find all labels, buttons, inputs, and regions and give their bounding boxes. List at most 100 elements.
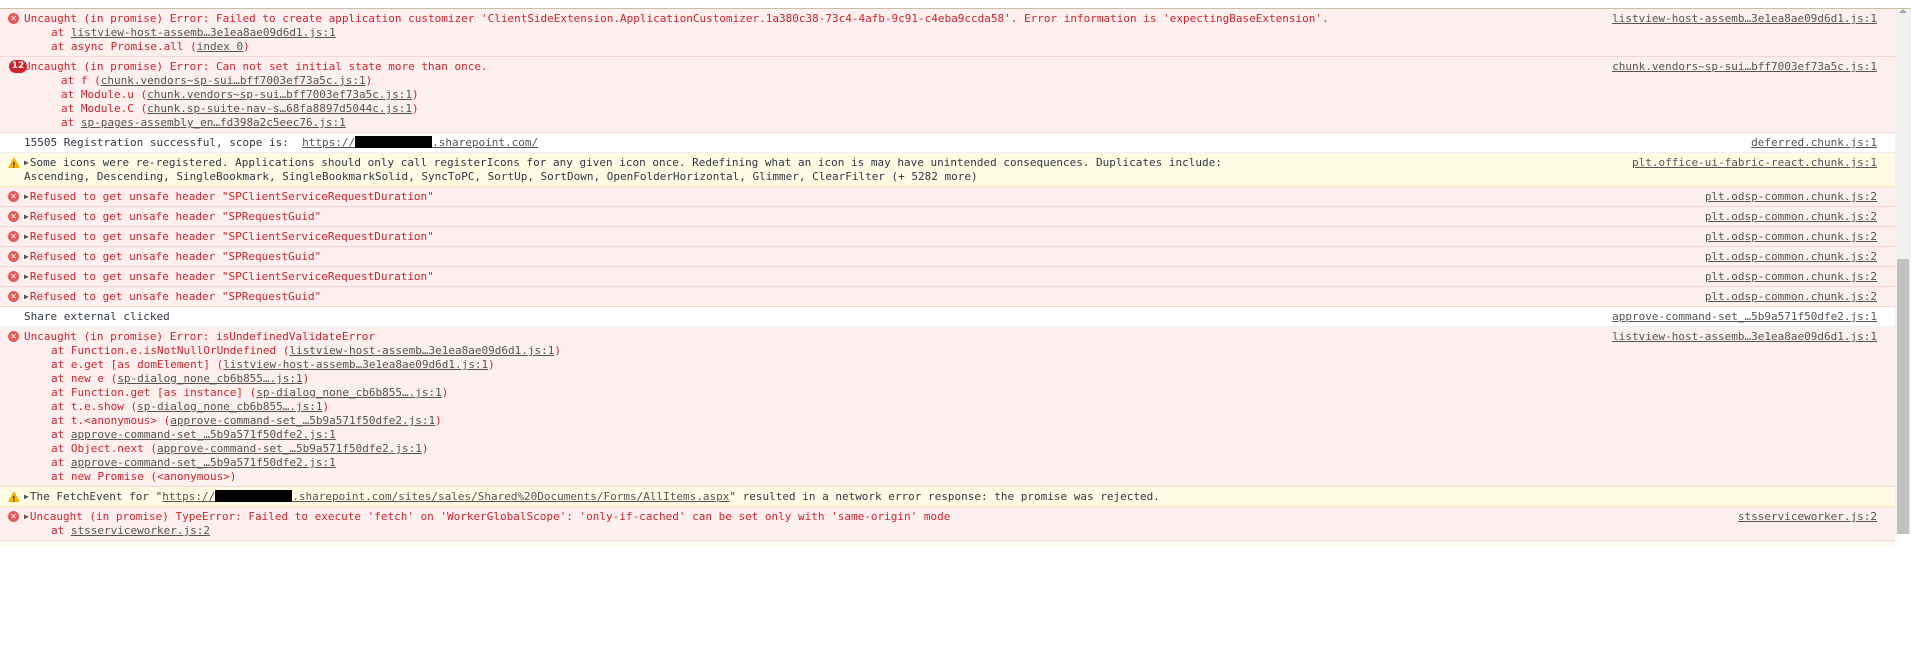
console-error-row[interactable]: 12 Uncaught (in promise) Error: Can not … <box>0 57 1895 133</box>
console-error-row[interactable]: ✕ ▶Uncaught (in promise) TypeError: Fail… <box>0 507 1895 541</box>
redacted-block <box>215 490 293 502</box>
scope-url-link[interactable]: https://.sharepoint.com/ <box>302 136 538 149</box>
fetch-url-link[interactable]: https://.sharepoint.com/sites/sales/Shar… <box>162 490 729 503</box>
warning-message: ▶The FetchEvent for "https://.sharepoint… <box>24 490 1160 504</box>
error-icon: ✕ <box>8 331 19 342</box>
source-link[interactable]: deferred.chunk.js:1 <box>1751 136 1877 150</box>
error-message: Refused to get unsafe header "SPClientSe… <box>29 190 434 203</box>
error-icon: ✕ <box>8 231 19 242</box>
source-link[interactable]: listview-host-assemb…3e1ea8ae09d6d1.js:1 <box>1612 330 1877 344</box>
stack-link[interactable]: approve-command-set_…5b9a571f50dfe2.js:1 <box>157 442 422 455</box>
console-warning-row[interactable]: ! ▶Some icons were re-registered. Applic… <box>0 153 1895 187</box>
error-icon: ✕ <box>8 211 19 222</box>
console-scrollbar[interactable] <box>1895 9 1911 534</box>
expand-triangle-icon[interactable]: ▶ <box>24 490 29 504</box>
expand-triangle-icon[interactable]: ▶ <box>24 190 29 204</box>
stack-link[interactable]: approve-command-set_…5b9a571f50dfe2.js:1 <box>71 428 336 441</box>
stack-frame: at f (chunk.vendors~sp-sui…bff7003ef73a5… <box>61 74 373 87</box>
stack-frame: at Module.C (chunk.sp-suite-nav-s…68fa88… <box>61 102 419 115</box>
console-error-row[interactable]: ✕ ▶Refused to get unsafe header "SPClien… <box>0 187 1895 207</box>
stack-frame: at listview-host-assemb…3e1ea8ae09d6d1.j… <box>51 26 336 39</box>
error-icon: ✕ <box>8 251 19 262</box>
source-link[interactable]: plt.odsp-common.chunk.js:2 <box>1705 230 1877 244</box>
console-error-row[interactable]: ✕ ▶Refused to get unsafe header "SPReque… <box>0 287 1895 307</box>
stack-frame: at sp-pages-assembly_en…fd398a2c5eec76.j… <box>61 116 346 129</box>
error-icon: ✕ <box>8 271 19 282</box>
stack-frame: at e.get [as domElement] (listview-host-… <box>51 358 495 371</box>
scroll-thumb[interactable] <box>1897 259 1909 534</box>
stack-frame: at new e (sp-dialog_none_cb6b855….js:1) <box>51 372 310 385</box>
source-link[interactable]: plt.odsp-common.chunk.js:2 <box>1705 250 1877 264</box>
stack-frame: at Function.e.isNotNullOrUndefined (list… <box>51 344 561 357</box>
console-log-row[interactable]: Share external clicked approve-command-s… <box>0 307 1895 327</box>
source-link[interactable]: plt.office-ui-fabric-react.chunk.js:1 <box>1632 156 1877 170</box>
console-log-row[interactable]: 15505 Registration successful, scope is:… <box>0 133 1895 153</box>
stack-link[interactable]: index 0 <box>197 40 243 53</box>
error-message: Refused to get unsafe header "SPRequestG… <box>29 250 322 263</box>
console-messages: ✕ Uncaught (in promise) Error: Failed to… <box>0 9 1895 547</box>
expand-triangle-icon[interactable]: ▶ <box>24 250 29 264</box>
warning-icon: ! <box>8 157 20 170</box>
stack-frame: at Object.next (approve-command-set_…5b9… <box>51 442 429 455</box>
source-link[interactable]: plt.odsp-common.chunk.js:2 <box>1705 190 1877 204</box>
warning-message: ▶Some icons were re-registered. Applicat… <box>24 156 1222 170</box>
stack-link[interactable]: sp-pages-assembly_en…fd398a2c5eec76.js:1 <box>81 116 346 129</box>
console-error-row[interactable]: ✕ Uncaught (in promise) Error: isUndefin… <box>0 327 1895 487</box>
console-top-border <box>0 0 1911 9</box>
stack-frame: at Module.u (chunk.vendors~sp-sui…bff700… <box>61 88 419 101</box>
redacted-block <box>355 136 433 148</box>
error-icon: ✕ <box>8 191 19 202</box>
expand-triangle-icon[interactable]: ▶ <box>24 210 29 224</box>
stack-link[interactable]: stsserviceworker.js:2 <box>71 524 210 537</box>
stack-frame: at approve-command-set_…5b9a571f50dfe2.j… <box>51 428 336 441</box>
stack-link[interactable]: sp-dialog_none_cb6b855….js:1 <box>117 372 302 385</box>
stack-link[interactable]: sp-dialog_none_cb6b855….js:1 <box>137 400 322 413</box>
expand-triangle-icon[interactable]: ▶ <box>24 510 29 524</box>
source-link[interactable]: plt.odsp-common.chunk.js:2 <box>1705 270 1877 284</box>
error-icon: ✕ <box>8 291 19 302</box>
expand-triangle-icon[interactable]: ▶ <box>24 230 29 244</box>
stack-frame: at t.<anonymous> (approve-command-set_…5… <box>51 414 442 427</box>
stack-link[interactable]: listview-host-assemb…3e1ea8ae09d6d1.js:1 <box>71 26 336 39</box>
source-link[interactable]: approve-command-set_…5b9a571f50dfe2.js:1 <box>1612 310 1877 324</box>
stack-link[interactable]: chunk.vendors~sp-sui…bff7003ef73a5c.js:1 <box>147 88 412 101</box>
error-message: Refused to get unsafe header "SPRequestG… <box>29 290 322 303</box>
expand-triangle-icon[interactable]: ▶ <box>24 270 29 284</box>
stack-link[interactable]: chunk.sp-suite-nav-s…68fa8897d5044c.js:1 <box>147 102 412 115</box>
stack-link[interactable]: listview-host-assemb…3e1ea8ae09d6d1.js:1 <box>223 358 488 371</box>
error-message: Refused to get unsafe header "SPClientSe… <box>29 230 434 243</box>
error-message: Refused to get unsafe header "SPClientSe… <box>29 270 434 283</box>
console-prompt-area[interactable] <box>0 541 1895 547</box>
console-warning-row[interactable]: ! ▶The FetchEvent for "https://.sharepoi… <box>0 487 1895 507</box>
stack-link[interactable]: listview-host-assemb…3e1ea8ae09d6d1.js:1 <box>289 344 554 357</box>
console-error-row[interactable]: ✕ ▶Refused to get unsafe header "SPClien… <box>0 267 1895 287</box>
stack-link[interactable]: sp-dialog_none_cb6b855….js:1 <box>256 386 441 399</box>
scroll-up-arrow-icon[interactable] <box>1899 9 1907 13</box>
stack-link[interactable]: chunk.vendors~sp-sui…bff7003ef73a5c.js:1 <box>101 74 366 87</box>
error-message: Uncaught (in promise) TypeError: Failed … <box>29 510 951 523</box>
console-error-row[interactable]: ✕ Uncaught (in promise) Error: Failed to… <box>0 9 1895 57</box>
stack-link[interactable]: approve-command-set_…5b9a571f50dfe2.js:1 <box>170 414 435 427</box>
expand-triangle-icon[interactable]: ▶ <box>24 290 29 304</box>
stack-frame: at Function.get [as instance] (sp-dialog… <box>51 386 449 399</box>
error-icon: ✕ <box>8 13 19 24</box>
stack-frame: at approve-command-set_…5b9a571f50dfe2.j… <box>51 456 336 469</box>
source-link[interactable]: listview-host-assemb…3e1ea8ae09d6d1.js:1 <box>1612 12 1877 26</box>
source-link[interactable]: stsserviceworker.js:2 <box>1738 510 1877 524</box>
warning-icon: ! <box>8 491 20 504</box>
expand-triangle-icon[interactable]: ▶ <box>24 156 29 170</box>
repeat-count-badge: 12 <box>9 60 27 73</box>
log-message: 15505 Registration successful, scope is:… <box>24 136 539 149</box>
source-link[interactable]: chunk.vendors~sp-sui…bff7003ef73a5c.js:1 <box>1612 60 1877 74</box>
stack-link[interactable]: approve-command-set_…5b9a571f50dfe2.js:1 <box>71 456 336 469</box>
console-error-row[interactable]: ✕ ▶Refused to get unsafe header "SPReque… <box>0 247 1895 267</box>
stack-frame: at stsserviceworker.js:2 <box>51 524 210 537</box>
stack-frame: at new Promise (<anonymous>) <box>51 470 237 483</box>
console-error-row[interactable]: ✕ ▶Refused to get unsafe header "SPClien… <box>0 227 1895 247</box>
source-link[interactable]: plt.odsp-common.chunk.js:2 <box>1705 210 1877 224</box>
stack-frame: at t.e.show (sp-dialog_none_cb6b855….js:… <box>51 400 330 413</box>
source-link[interactable]: plt.odsp-common.chunk.js:2 <box>1705 290 1877 304</box>
stack-frame: at async Promise.all (index 0) <box>51 40 250 53</box>
error-message: Refused to get unsafe header "SPRequestG… <box>29 210 322 223</box>
console-error-row[interactable]: ✕ ▶Refused to get unsafe header "SPReque… <box>0 207 1895 227</box>
